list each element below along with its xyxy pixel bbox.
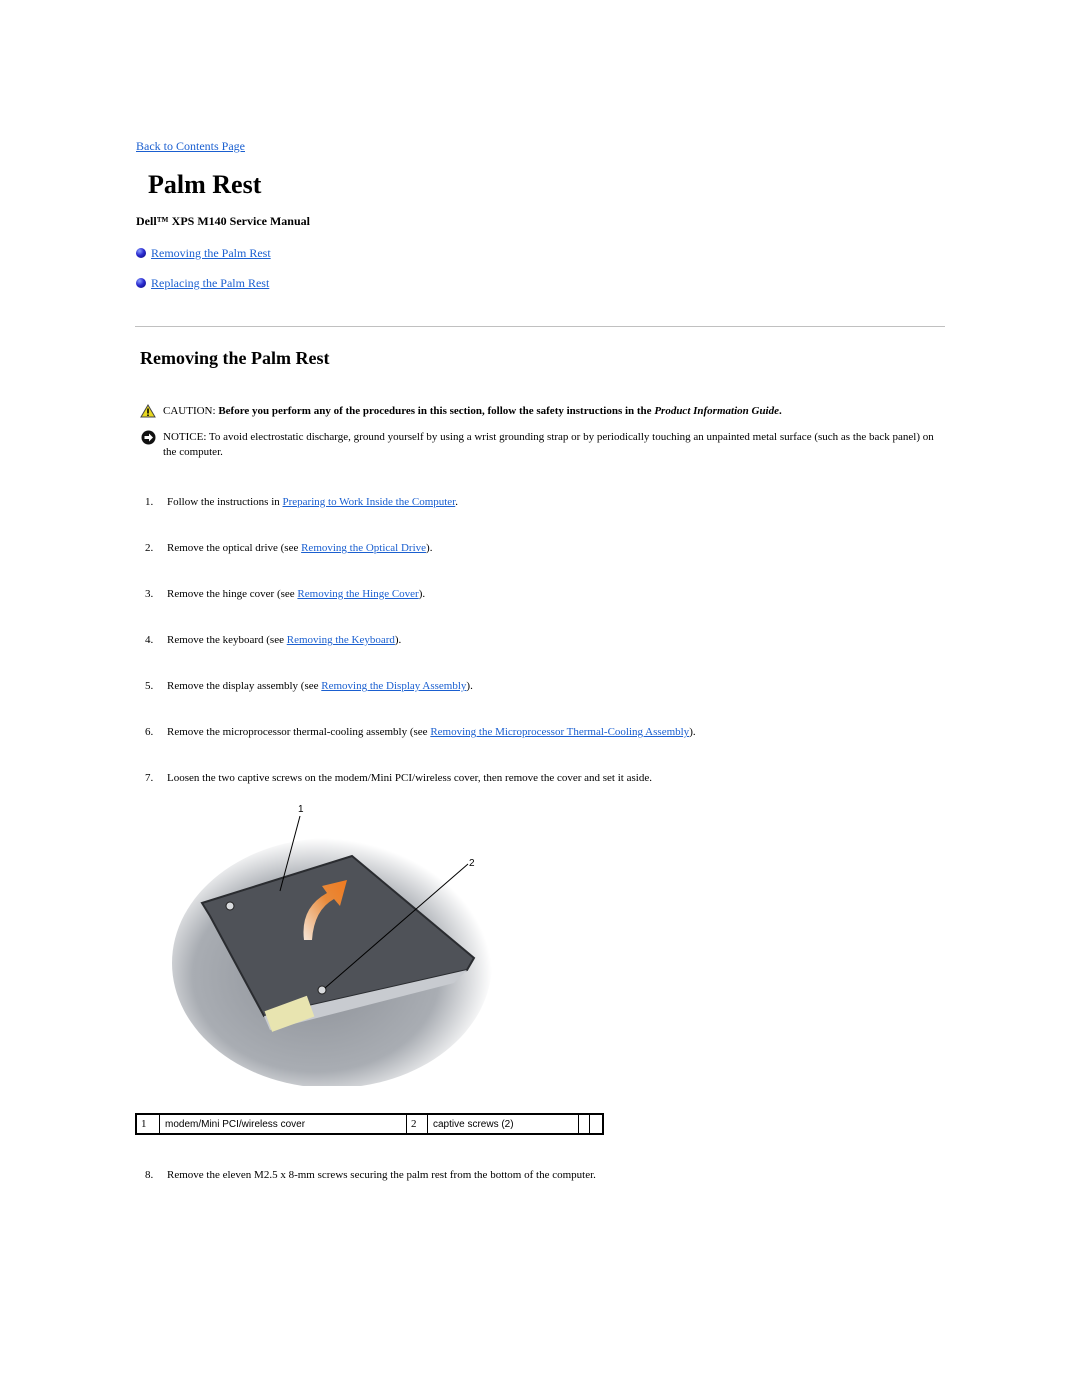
screw-icon: [225, 901, 235, 911]
caution-text: Before you perform any of the procedures…: [218, 405, 655, 417]
empty-cell: [589, 1114, 603, 1134]
link-removing-display-assembly[interactable]: Removing the Display Assembly: [321, 680, 466, 692]
toc-link-replacing[interactable]: Replacing the Palm Rest: [151, 276, 269, 291]
palm-rest-illustration: 1 2: [172, 798, 498, 1088]
step-2: 2. Remove the optical drive (see Removin…: [145, 542, 433, 554]
link-preparing-to-work[interactable]: Preparing to Work Inside the Computer: [283, 496, 456, 508]
toc-link-removing[interactable]: Removing the Palm Rest: [151, 246, 271, 261]
link-removing-keyboard[interactable]: Removing the Keyboard: [287, 634, 395, 646]
step-4: 4. Remove the keyboard (see Removing the…: [145, 634, 402, 646]
manual-title: Dell™ XPS M140 Service Manual: [136, 214, 310, 228]
notice-text: NOTICE: To avoid electrostatic discharge…: [163, 431, 934, 458]
empty-cell: [578, 1114, 590, 1134]
callout-label: modem/Mini PCI/wireless cover: [159, 1114, 407, 1134]
section-title: Removing the Palm Rest: [140, 348, 330, 368]
notice-note: NOTICE: To avoid electrostatic discharge…: [139, 430, 939, 460]
warning-triangle-icon: [139, 404, 157, 419]
callout-1-label: 1: [298, 804, 304, 815]
step-1: 1. Follow the instructions in Preparing …: [145, 496, 458, 508]
callout-label: captive screws (2): [427, 1114, 579, 1134]
link-removing-optical-drive[interactable]: Removing the Optical Drive: [301, 542, 426, 554]
screw-icon: [317, 985, 327, 995]
notice-arrow-icon: [139, 430, 157, 460]
caution-label: CAUTION:: [163, 405, 219, 417]
step-5: 5. Remove the display assembly (see Remo…: [145, 680, 473, 692]
table-of-contents: Removing the Palm Rest Replacing the Pal…: [136, 245, 271, 305]
step-8: 8. Remove the eleven M2.5 x 8-mm screws …: [145, 1169, 596, 1181]
toc-item-replacing: Replacing the Palm Rest: [136, 275, 271, 291]
back-to-contents-link[interactable]: Back to Contents Page: [136, 139, 245, 154]
link-removing-hinge-cover[interactable]: Removing the Hinge Cover: [297, 588, 418, 600]
callout-table: 1 modem/Mini PCI/wireless cover 2 captiv…: [135, 1113, 604, 1135]
horizontal-rule: [135, 326, 945, 327]
step-7: 7. Loosen the two captive screws on the …: [145, 772, 652, 784]
callout-2-label: 2: [469, 858, 475, 869]
caution-note: CAUTION: Before you perform any of the p…: [139, 404, 939, 419]
bullet-icon: [136, 248, 146, 258]
toc-item-removing: Removing the Palm Rest: [136, 245, 271, 261]
caution-guide-title: Product Information Guide: [654, 405, 779, 417]
callout-number: 2: [406, 1114, 428, 1134]
table-row: 1 modem/Mini PCI/wireless cover 2 captiv…: [136, 1114, 603, 1134]
callout-number: 1: [136, 1114, 160, 1134]
step-3: 3. Remove the hinge cover (see Removing …: [145, 588, 426, 600]
step-6: 6. Remove the microprocessor thermal-coo…: [145, 726, 696, 738]
bullet-icon: [136, 278, 146, 288]
page-title: Palm Rest: [148, 170, 262, 199]
link-removing-thermal-cooling[interactable]: Removing the Microprocessor Thermal-Cool…: [430, 726, 689, 738]
